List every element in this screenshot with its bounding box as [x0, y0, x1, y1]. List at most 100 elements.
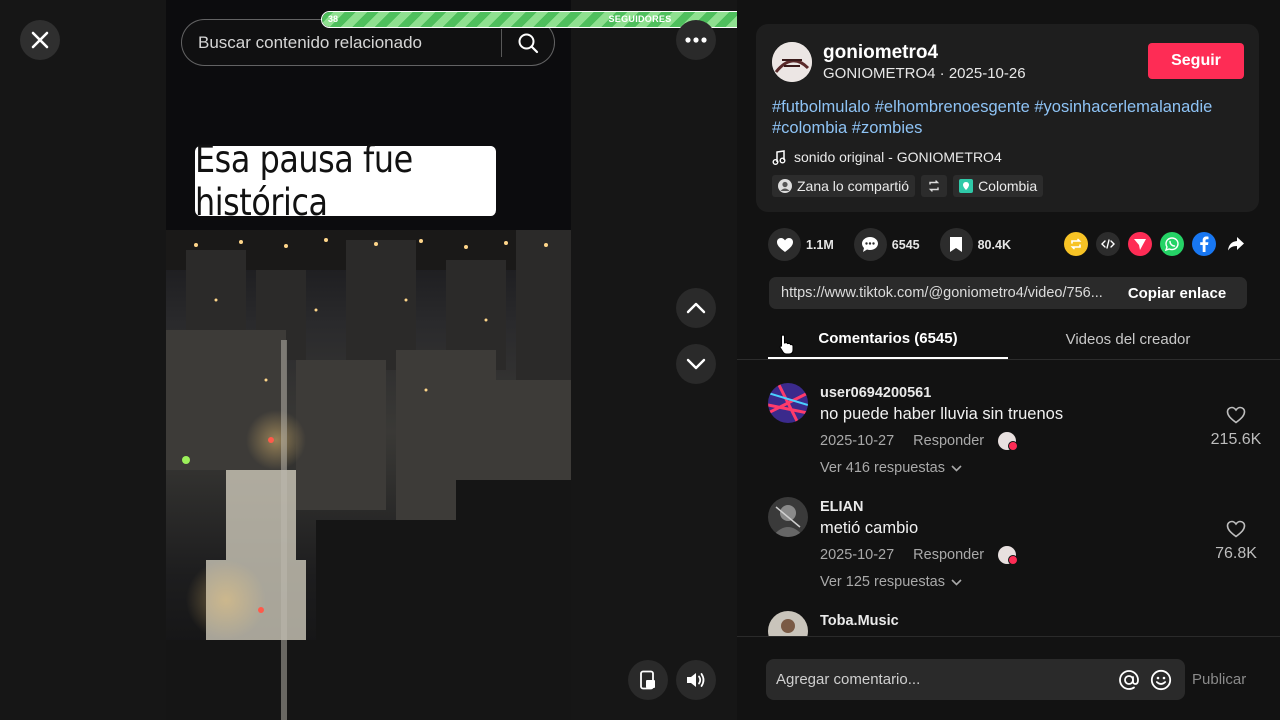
commenter-avatar[interactable] [768, 611, 808, 636]
previous-video-button[interactable] [676, 288, 716, 328]
comment-text: metió cambio [820, 519, 919, 537]
whatsapp-button[interactable] [1160, 232, 1184, 256]
comment-date: 2025-10-27 [820, 547, 895, 563]
comment-username[interactable]: ELIAN [820, 499, 864, 515]
save-icon-circle [939, 228, 973, 261]
repost-icon [928, 180, 940, 192]
comment-input[interactable] [766, 659, 1113, 700]
info-chips: Zana lo compartió Colombia [772, 175, 1044, 197]
mention-button[interactable] [1113, 664, 1145, 696]
comment-icon [862, 237, 879, 252]
details-panel: goniometro4 GONIOMETRO4 · 2025-10-26 Seg… [737, 0, 1280, 720]
heart-outline-icon [1226, 406, 1246, 424]
comment-text: no puede haber lluvia sin truenos [820, 405, 1064, 423]
tab-creator-videos[interactable]: Videos del creador [1008, 320, 1248, 359]
next-video-button[interactable] [676, 344, 716, 384]
more-options-button[interactable] [676, 20, 716, 60]
comment-like-button[interactable]: 215.6K [1208, 406, 1264, 449]
emoji-button[interactable] [1145, 664, 1177, 696]
shared-by-chip[interactable]: Zana lo compartió [772, 175, 916, 197]
emoji-icon [1150, 669, 1172, 690]
author-subtitle: GONIOMETRO4 · 2025-10-26 [823, 65, 1026, 82]
location-chip[interactable]: Colombia [953, 175, 1044, 197]
author-avatar-image [772, 42, 812, 82]
chevron-down-icon [951, 464, 962, 472]
bookmark-icon [950, 237, 963, 252]
save-count: 80.4K [977, 237, 1011, 252]
close-button[interactable] [20, 20, 60, 60]
mouse-cursor-icon [779, 334, 794, 355]
video-link-box: https://www.tiktok.com/@goniometro4/vide… [769, 277, 1247, 309]
commenter-avatar[interactable] [768, 497, 808, 537]
facebook-icon [1200, 236, 1209, 252]
send-button[interactable] [1128, 232, 1152, 256]
view-replies-button[interactable]: Ver 125 respuestas [820, 574, 962, 590]
comment-username[interactable]: user0694200561 [820, 385, 931, 401]
sharer-avatar-icon [778, 179, 792, 193]
comment-composer: Publicar [737, 636, 1280, 720]
like-button[interactable]: 1.1M [768, 228, 834, 261]
view-replies-label: Ver 416 respuestas [820, 460, 945, 476]
reply-button[interactable]: Responder [913, 433, 984, 449]
save-button[interactable]: 80.4K [939, 228, 1011, 261]
send-icon [1134, 239, 1146, 250]
reply-button[interactable]: Responder [913, 547, 984, 563]
repost-chip[interactable] [921, 175, 948, 197]
video-stage: Esa pausa fue histórica 38 SEGUIDORES 40 [0, 0, 959, 720]
facebook-button[interactable] [1192, 232, 1216, 256]
location-pin-icon [959, 179, 974, 193]
comment-like-count: 215.6K [1210, 431, 1262, 448]
volume-icon [687, 673, 705, 687]
tab-comments[interactable]: Comentarios (6545) [768, 320, 1008, 359]
author-username[interactable]: goniometro4 [823, 42, 938, 64]
comment-date: 2025-10-27 [820, 433, 895, 449]
engagement-stats: 1.1M 6545 80.4K [768, 228, 1031, 261]
like-count: 1.1M [806, 237, 834, 252]
video-info-card: goniometro4 GONIOMETRO4 · 2025-10-26 Seg… [756, 24, 1259, 212]
commenter-avatar[interactable] [768, 383, 808, 423]
picture-in-picture-button[interactable] [628, 660, 668, 700]
commenter-avatar-image [768, 497, 808, 537]
comment-button[interactable]: 6545 [853, 228, 920, 261]
creator-avatar-badge [998, 432, 1019, 451]
comment-like-button[interactable]: 76.8K [1208, 520, 1264, 563]
comment-input-box [766, 659, 1185, 700]
comment-meta: 2025-10-27 Responder [820, 546, 1019, 565]
author-avatar[interactable] [772, 42, 812, 82]
hashtags[interactable]: #futbolmulalo #elhombrenoesgente #yosinh… [772, 97, 1252, 139]
location-label: Colombia [978, 178, 1038, 194]
view-replies-button[interactable]: Ver 416 respuestas [820, 460, 962, 476]
copy-link-button[interactable]: Copiar enlace [1107, 285, 1247, 302]
embed-button[interactable] [1096, 232, 1120, 256]
comment-count: 6545 [891, 237, 920, 252]
heart-outline-icon [1226, 520, 1246, 538]
chevron-down-icon [951, 578, 962, 586]
search-icon [518, 33, 539, 53]
comments-list: user0694200561 no puede haber lluvia sin… [737, 362, 1280, 636]
close-icon [31, 31, 49, 49]
music-link[interactable]: sonido original - GONIOMETRO4 [772, 149, 1002, 165]
heart-icon [776, 237, 793, 252]
repost-icon [1070, 238, 1082, 250]
comment-username[interactable]: Toba.Music [820, 613, 899, 629]
volume-button[interactable] [676, 660, 716, 700]
share-arrow-icon [1228, 237, 1244, 251]
video-caption: Esa pausa fue histórica [195, 138, 496, 224]
whatsapp-icon [1164, 237, 1179, 252]
creator-avatar-badge [998, 546, 1019, 565]
repost-share-button[interactable] [1064, 232, 1088, 256]
publish-button[interactable]: Publicar [1192, 671, 1246, 688]
music-title: sonido original - GONIOMETRO4 [794, 149, 1002, 165]
comment-meta: 2025-10-27 Responder [820, 432, 1019, 451]
video-url[interactable]: https://www.tiktok.com/@goniometro4/vide… [769, 285, 1107, 301]
at-mention-icon [1119, 669, 1139, 690]
more-share-button[interactable] [1224, 232, 1248, 256]
video-player[interactable] [166, 0, 571, 720]
like-icon-circle [768, 228, 801, 261]
chevron-up-icon [686, 302, 706, 314]
share-icons [1064, 232, 1248, 256]
commenter-avatar-image [768, 383, 808, 423]
chevron-down-icon [686, 358, 706, 370]
follow-button[interactable]: Seguir [1148, 43, 1244, 79]
shared-by-label: Zana lo compartió [797, 178, 910, 194]
